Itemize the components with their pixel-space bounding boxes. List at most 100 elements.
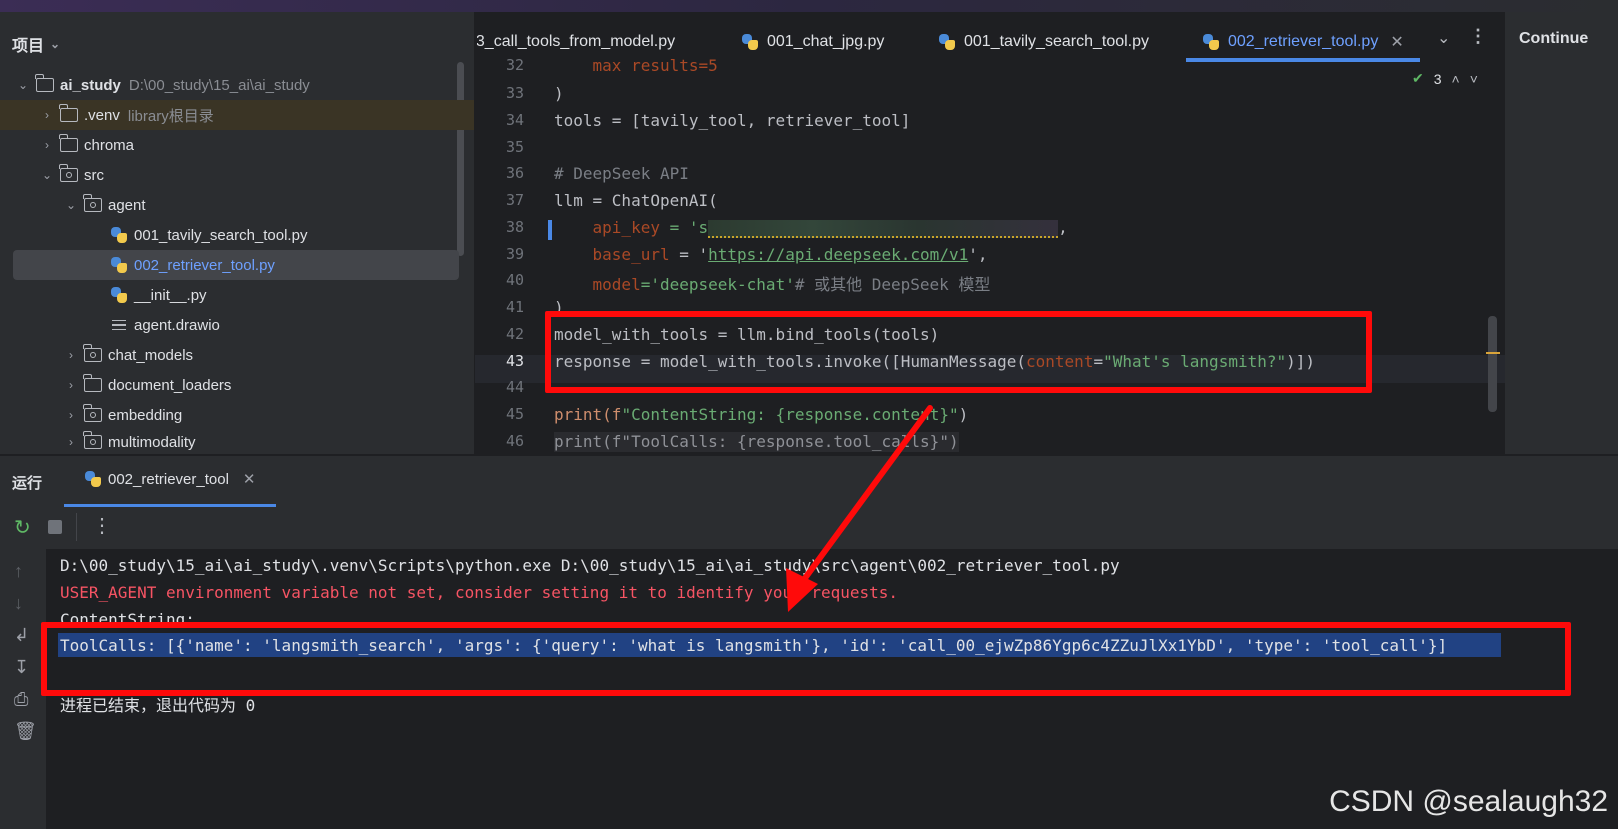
line-number: 32 xyxy=(505,56,524,74)
inspection-widget[interactable]: ✔ 3 ˄ ˅ xyxy=(1412,70,1478,87)
folder-icon xyxy=(83,374,102,392)
tree-item-label: embedding xyxy=(108,406,183,424)
scroll-to-end-icon[interactable]: ↧ xyxy=(14,657,29,678)
tab-label: 001_tavily_search_tool.py xyxy=(964,33,1150,50)
editor-scrollbar[interactable] xyxy=(1488,316,1497,412)
line-number: 35 xyxy=(505,138,524,156)
annotation-box-code xyxy=(545,311,1372,393)
line-number: 33 xyxy=(505,84,524,102)
python-file-icon xyxy=(110,286,128,304)
code-line: model='deepseek-chat'# 或其他 DeepSeek 模型 xyxy=(554,271,991,295)
trash-icon[interactable]: 🗑 xyxy=(14,721,37,742)
redacted-api-key xyxy=(708,219,1059,238)
tab-call-tools-from-model[interactable]: 03_call_tools_from_model.py xyxy=(477,28,697,56)
project-title: 项目 xyxy=(12,38,45,55)
tree-item-label: 001_tavily_search_tool.py xyxy=(134,226,308,244)
tab-tavily-search-tool[interactable]: 001_tavily_search_tool.py xyxy=(938,28,1149,56)
soft-wrap-icon[interactable]: ↲ xyxy=(14,625,29,646)
more-vertical-icon[interactable]: ⋮ xyxy=(92,513,112,538)
folder-icon xyxy=(59,134,78,152)
tree-item-label: agent.drawio xyxy=(134,316,220,334)
code-text: print(f xyxy=(554,405,622,424)
tree-item-chat-models[interactable]: › chat_models xyxy=(0,340,538,370)
code-line: tools = [tavily_tool, retriever_tool] xyxy=(554,111,911,130)
line-number: 46 xyxy=(505,432,524,450)
run-side-toolbar: ↑ ↓ ↲ ↧ ⎙ 🗑 xyxy=(0,549,46,829)
tree-item-document-loaders[interactable]: › document_loaders xyxy=(0,370,538,400)
tree-item-venv[interactable]: › .venv library根目录 xyxy=(0,100,474,130)
tree-item-agent[interactable]: ⌄ agent xyxy=(0,190,538,220)
print-icon[interactable]: ⎙ xyxy=(14,689,28,710)
line-number: 38 xyxy=(505,218,524,236)
line-number: 41 xyxy=(505,298,524,316)
python-file-icon xyxy=(1202,33,1220,51)
arrow-up-icon[interactable]: ↑ xyxy=(14,561,23,582)
tree-item-src[interactable]: ⌄ src xyxy=(0,160,514,190)
tabs-dropdown-icon[interactable]: ⌄ xyxy=(1437,28,1450,48)
tree-item-label: chat_models xyxy=(108,346,194,364)
run-config-tab[interactable]: 002_retriever_tool ✕ xyxy=(78,470,256,488)
change-marker xyxy=(548,220,552,240)
chevron-right-icon: › xyxy=(45,108,49,122)
window-top-strip xyxy=(0,0,1618,12)
tab-label: 03_call_tools_from_model.py xyxy=(477,33,676,50)
arrow-down-icon[interactable]: ↓ xyxy=(14,593,23,614)
code-text: max_results=5 xyxy=(554,56,718,74)
chevron-down-icon[interactable]: ˅ xyxy=(1470,71,1478,87)
tree-item-label: multimodality xyxy=(108,433,196,451)
code-text: ', xyxy=(968,245,988,264)
chevron-down-icon: ⌄ xyxy=(65,198,77,212)
folder-icon xyxy=(35,74,54,92)
project-panel-header[interactable]: 项目 ⌄ xyxy=(12,30,60,58)
stop-icon[interactable] xyxy=(48,520,62,534)
chevron-right-icon: › xyxy=(69,348,73,362)
code-line: base_url = 'https://api.deepseek.com/v1'… xyxy=(554,245,988,264)
code-param: api_key xyxy=(592,218,660,237)
package-folder-icon xyxy=(83,404,102,422)
python-file-icon xyxy=(84,470,102,488)
package-folder-icon xyxy=(83,344,102,362)
watermark: CSDN @sealaugh32 xyxy=(1329,785,1608,818)
close-icon[interactable]: ✕ xyxy=(1390,32,1403,52)
run-panel-title: 运行 xyxy=(12,475,43,492)
more-vertical-icon[interactable]: ⋮ xyxy=(1469,26,1487,47)
code-line: max_results=5 xyxy=(554,56,718,74)
rerun-icon[interactable]: ↻ xyxy=(14,515,31,540)
close-icon[interactable]: ✕ xyxy=(243,470,256,488)
code-url[interactable]: https://api.deepseek.com/v1 xyxy=(708,245,968,264)
chevron-up-icon[interactable]: ˄ xyxy=(1452,71,1460,87)
chevron-right-icon: › xyxy=(45,138,49,152)
tree-item-ai-study[interactable]: ⌄ ai_study D:\00_study\15_ai\ai_study xyxy=(0,70,490,100)
continue-panel: Continue xyxy=(1505,12,1618,454)
tree-item-label: .venv xyxy=(84,106,120,124)
chevron-down-icon: ⌄ xyxy=(41,168,53,182)
annotation-arrow xyxy=(786,405,933,612)
line-number: 34 xyxy=(505,111,524,129)
text-file-icon xyxy=(112,319,126,331)
tab-chat-jpg[interactable]: 001_chat_jpg.py xyxy=(741,28,884,56)
tree-item-file-selected[interactable]: 002_retriever_tool.py xyxy=(13,250,459,280)
tab-label: 001_chat_jpg.py xyxy=(767,33,885,50)
code-line: ) xyxy=(554,84,564,103)
code-comment: # 或其他 DeepSeek 模型 xyxy=(794,275,991,294)
tree-item-label: chroma xyxy=(84,136,135,154)
scroll-marker xyxy=(1486,352,1500,354)
line-number: 40 xyxy=(505,271,524,289)
chevron-right-icon: › xyxy=(69,435,73,449)
tree-item-label: document_loaders xyxy=(108,376,232,394)
package-folder-icon xyxy=(83,431,102,449)
tree-item-label: src xyxy=(84,166,104,184)
toolbar-divider xyxy=(76,513,77,541)
continue-title[interactable]: Continue xyxy=(1519,30,1588,48)
source-folder-icon xyxy=(59,164,78,182)
tab-retriever-tool[interactable]: 002_retriever_tool.py ✕ xyxy=(1202,28,1404,56)
tree-item-chroma[interactable]: › chroma xyxy=(0,130,514,160)
code-text: = 's xyxy=(659,218,709,237)
tree-item-label: ai_study xyxy=(60,76,121,94)
code-param: model xyxy=(592,275,641,294)
tree-item-multimodality[interactable]: › multimodality xyxy=(0,430,538,454)
line-number-current: 43 xyxy=(505,352,524,370)
code-text: ) xyxy=(958,405,969,424)
tree-item-embedding[interactable]: › embedding xyxy=(0,400,538,430)
package-folder-icon xyxy=(83,194,102,212)
